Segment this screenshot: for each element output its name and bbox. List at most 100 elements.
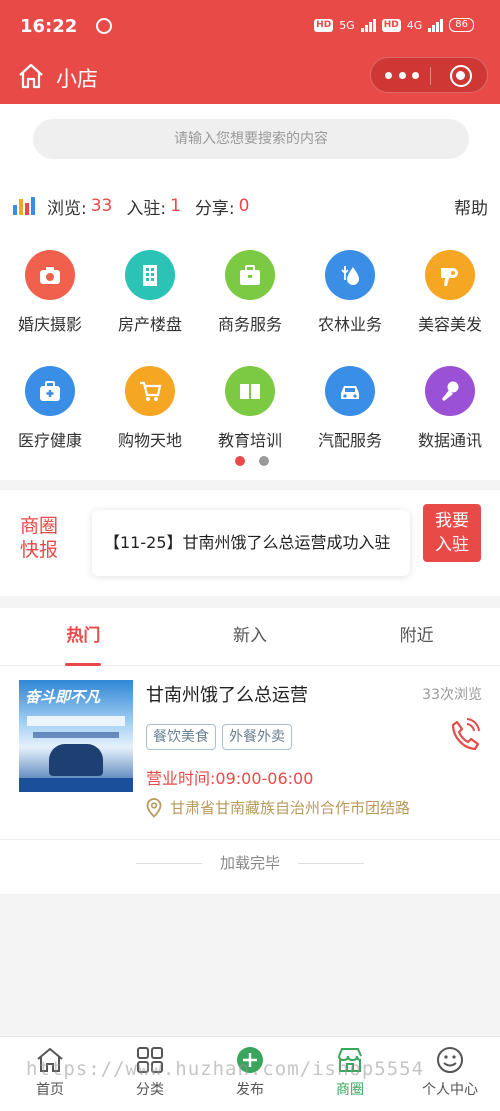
category-row: 婚庆摄影 房产楼盘 商务服务 农林业务 美容美发 <box>0 250 500 350</box>
nav-label: 发布 <box>236 1082 264 1098</box>
main-panel: 请输入您想要搜索的内容 浏览: 33 入驻: 1 分享: 0 帮助 婚庆摄影 房… <box>0 104 500 480</box>
shop-tags: 餐饮美食 外餐外卖 <box>146 724 292 750</box>
nav-label: 分类 <box>136 1082 164 1098</box>
category-item[interactable]: 婚庆摄影 <box>0 250 100 335</box>
app-header: 小店 <box>0 52 500 104</box>
tab-new[interactable]: 新入 <box>167 608 334 665</box>
category-label: 农林业务 <box>317 315 382 334</box>
tab-bar: 热门 新入 附近 <box>0 608 500 666</box>
status-indicators: HD 5G HD 4G 86 <box>314 18 474 32</box>
network-label: 5G <box>339 18 355 32</box>
share-count: 0 <box>238 196 250 216</box>
thumb-stripe <box>33 732 119 738</box>
category-label: 教育培训 <box>217 431 282 450</box>
droplet-icon <box>325 250 375 300</box>
business-hours: 营业时间:09:00-06:00 <box>146 769 314 788</box>
category-item[interactable]: 购物天地 <box>100 366 200 451</box>
category-label: 美容美发 <box>417 315 482 334</box>
category-label: 购物天地 <box>117 431 182 450</box>
views-count: 33 <box>90 196 113 216</box>
chart-icon <box>13 197 35 215</box>
shop-list-item[interactable]: 奋斗即不凡 甘南州饿了么总运营 33次浏览 餐饮美食 外餐外卖 营业时间:09:… <box>0 668 500 840</box>
status-bar: 16:22 HD 5G HD 4G 86 <box>0 0 500 52</box>
category-item[interactable]: 美容美发 <box>400 250 500 335</box>
thumb-band <box>19 778 133 792</box>
category-label: 房产楼盘 <box>117 315 182 334</box>
category-label: 医疗健康 <box>17 431 82 450</box>
shop-name[interactable]: 甘南州饿了么总运营 <box>146 681 308 707</box>
page-title: 小店 <box>56 67 98 91</box>
share-label: 分享: <box>194 198 235 219</box>
capsule-divider <box>430 67 431 85</box>
phone-icon[interactable] <box>448 718 480 754</box>
category-label: 商务服务 <box>217 315 282 334</box>
nav-label: 个人中心 <box>422 1082 478 1098</box>
shop-tag: 餐饮美食 <box>146 724 216 750</box>
thumb-title: 奋斗即不凡 <box>25 688 101 706</box>
signal-icon <box>360 18 376 32</box>
shop-tag: 外餐外卖 <box>222 724 292 750</box>
join-count: 1 <box>170 196 181 216</box>
load-complete: 加载完毕 <box>0 852 500 873</box>
status-time: 16:22 <box>20 16 78 37</box>
smiley-icon <box>437 1047 463 1073</box>
category-item[interactable]: 商务服务 <box>200 250 300 335</box>
medkit-icon <box>25 366 75 416</box>
hd-badge: HD <box>314 18 334 32</box>
news-tag-line2: 快报 <box>20 539 59 561</box>
carousel-pager <box>235 456 269 466</box>
book-icon <box>225 366 275 416</box>
category-item[interactable]: 数据通讯 <box>400 366 500 451</box>
help-link[interactable]: 帮助 <box>454 194 488 219</box>
thumb-stripe <box>27 716 125 726</box>
category-item[interactable]: 房产楼盘 <box>100 250 200 335</box>
category-item[interactable]: 医疗健康 <box>0 366 100 451</box>
nav-label: 首页 <box>36 1082 64 1098</box>
shop-thumbnail[interactable]: 奋斗即不凡 <box>19 680 133 792</box>
category-row: 医疗健康 购物天地 教育培训 汽配服务 数据通讯 <box>0 366 500 466</box>
stats-row: 浏览: 33 入驻: 1 分享: 0 帮助 <box>13 192 488 220</box>
join-label: 入驻: <box>126 198 167 219</box>
battery-icon: 86 <box>449 18 474 32</box>
nav-label: 商圈 <box>336 1082 364 1098</box>
join-button[interactable]: 我要 入驻 <box>423 504 481 562</box>
news-section: 商圈 快报 【11-25】甘南州饿了么总运营成功入驻 我要 入驻 <box>0 490 500 596</box>
news-headline[interactable]: 【11-25】甘南州饿了么总运营成功入驻 <box>92 510 410 576</box>
news-tag-line1: 商圈 <box>20 515 59 537</box>
address-text: 甘肃省甘南藏族自治州合作市团结路 <box>170 799 411 817</box>
cart-icon <box>125 366 175 416</box>
category-label: 汽配服务 <box>317 431 382 450</box>
watermark-text: https://www.huzhan.com/ishop5554 <box>26 1058 425 1080</box>
category-item[interactable]: 农林业务 <box>300 250 400 335</box>
category-label: 数据通讯 <box>417 431 482 450</box>
notification-icon <box>96 18 112 34</box>
hd-badge: HD <box>381 18 401 32</box>
news-tag: 商圈 快报 <box>20 514 64 562</box>
views-label: 浏览: <box>47 198 87 219</box>
briefcase-icon <box>225 250 275 300</box>
category-item[interactable]: 教育培训 <box>200 366 300 451</box>
location-pin-icon <box>146 797 162 818</box>
join-line1: 我要 <box>435 511 469 531</box>
list-section: 热门 新入 附近 奋斗即不凡 甘南州饿了么总运营 33次浏览 餐饮美食 外餐外卖… <box>0 608 500 894</box>
tab-hot[interactable]: 热门 <box>0 608 167 666</box>
pager-dot[interactable] <box>259 456 269 466</box>
shop-address[interactable]: 甘肃省甘南藏族自治州合作市团结路 <box>146 797 442 818</box>
more-icon[interactable] <box>385 72 419 80</box>
thumb-rider <box>49 744 103 776</box>
building-icon <box>125 250 175 300</box>
miniapp-capsule <box>370 57 488 93</box>
pager-dot-active[interactable] <box>235 456 245 466</box>
join-line2: 入驻 <box>435 535 469 555</box>
camera-icon <box>25 250 75 300</box>
car-icon <box>325 366 375 416</box>
signal-icon <box>428 18 444 32</box>
home-icon[interactable] <box>17 62 45 90</box>
category-item[interactable]: 汽配服务 <box>300 366 400 451</box>
shop-views: 33次浏览 <box>422 687 482 703</box>
tab-nearby[interactable]: 附近 <box>333 608 500 665</box>
category-label: 婚庆摄影 <box>17 315 82 334</box>
close-miniapp-icon[interactable] <box>450 65 472 87</box>
search-input[interactable]: 请输入您想要搜索的内容 <box>33 119 469 159</box>
microphone-icon <box>425 366 475 416</box>
